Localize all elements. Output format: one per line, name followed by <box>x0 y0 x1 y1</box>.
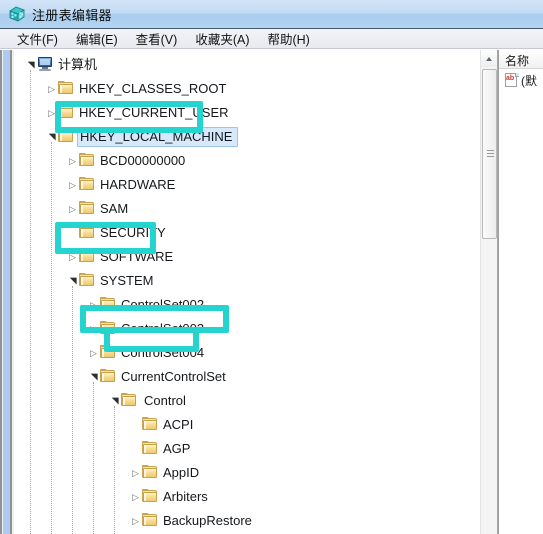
menu-favorites[interactable]: 收藏夹(A) <box>186 28 258 49</box>
menu-edit[interactable]: 编辑(E) <box>67 28 127 49</box>
folder-icon <box>142 487 159 502</box>
tree-node-controlset002[interactable]: ▷ ControlSet002 <box>14 292 480 316</box>
menu-bar: 文件(F) 编辑(E) 查看(V) 收藏夹(A) 帮助(H) <box>0 29 543 49</box>
folder-icon <box>121 391 138 406</box>
scrollbar-grip-icon <box>487 150 494 159</box>
tree-node-label: CurrentControlSet <box>121 368 226 384</box>
tree-node-label: 计算机 <box>58 56 98 72</box>
folder-icon <box>79 175 96 190</box>
window-title: 注册表编辑器 <box>32 7 112 23</box>
folder-icon <box>142 415 159 430</box>
folder-icon <box>79 151 96 166</box>
tree-node-appid[interactable]: ▷ AppID <box>14 460 480 484</box>
title-bar: 注册表编辑器 <box>0 0 543 29</box>
twisty-collapsed-icon[interactable]: ▷ <box>45 77 58 101</box>
list-item[interactable]: ab (默 <box>499 69 543 89</box>
tree-node-control[interactable]: ◢ Control <box>14 388 480 412</box>
twisty-collapsed-icon[interactable]: ▷ <box>66 197 79 221</box>
scrollbar-thumb[interactable] <box>482 69 497 239</box>
tree-node-software[interactable]: ▷ SOFTWARE <box>14 244 480 268</box>
twisty-collapsed-icon[interactable]: ▷ <box>66 245 79 269</box>
tree-node-label: HKEY_CLASSES_ROOT <box>79 80 227 96</box>
string-value-icon: ab <box>505 73 519 87</box>
twisty-collapsed-icon[interactable]: ▷ <box>129 485 142 509</box>
tree-node-system[interactable]: ◢ SYSTEM <box>14 268 480 292</box>
tree-node--[interactable]: ◢ 计算机 <box>14 52 480 76</box>
folder-icon <box>79 247 96 262</box>
gutter-blue-bar <box>3 50 10 534</box>
tree-node-label: Control <box>142 391 214 410</box>
folder-icon <box>58 127 75 142</box>
tree-node-label: SECURITY <box>100 224 166 240</box>
folder-icon <box>79 199 96 214</box>
scroll-up-arrow-icon[interactable] <box>481 50 498 67</box>
client-area: ◢ 计算机 ▷ HKEY_CLASSES_ROOT ▷ HKEY_CURRENT_USER… <box>0 50 543 534</box>
tree-node-controlset003[interactable]: ▷ ControlSet003 <box>14 316 480 340</box>
tree-node-label: BCD00000000 <box>100 152 186 168</box>
tree-node-arbiters[interactable]: ▷ Arbiters <box>14 484 480 508</box>
tree-node-label: Arbiters <box>163 488 208 504</box>
tree-node-hkey-current-user[interactable]: ▷ HKEY_CURRENT_USER <box>14 100 480 124</box>
tree-node-security[interactable]: SECURITY <box>14 220 480 244</box>
twisty-collapsed-icon[interactable]: ▷ <box>66 173 79 197</box>
tree-node-label: SAM <box>100 200 129 216</box>
value-list-pane[interactable]: 名称 ab (默 <box>498 50 543 534</box>
registry-tree: ◢ 计算机 ▷ HKEY_CLASSES_ROOT ▷ HKEY_CURRENT_USER… <box>14 52 480 534</box>
list-item-label: (默 <box>521 73 537 88</box>
registry-editor-icon <box>8 5 26 23</box>
left-gutter <box>0 50 14 534</box>
tree-node-bcd00000000[interactable]: ▷ BCD00000000 <box>14 148 480 172</box>
folder-icon <box>58 79 75 94</box>
menu-file[interactable]: 文件(F) <box>8 28 67 49</box>
tree-node-label: ControlSet002 <box>121 296 205 312</box>
folder-icon <box>79 223 96 238</box>
tree-node-hardware[interactable]: ▷ HARDWARE <box>14 172 480 196</box>
tree-node-label: HARDWARE <box>100 176 176 192</box>
tree-node-acpi[interactable]: ACPI <box>14 412 480 436</box>
registry-editor-window: 注册表编辑器 文件(F) 编辑(E) 查看(V) 收藏夹(A) 帮助(H) ◢ 计… <box>0 0 543 534</box>
tree-node-label: ACPI <box>163 416 194 432</box>
twisty-collapsed-icon[interactable]: ▷ <box>87 341 100 365</box>
tree-node-label: BackupRestore <box>163 512 252 528</box>
tree-node-label: HKEY_LOCAL_MACHINE <box>77 126 239 147</box>
tree-vertical-scrollbar[interactable] <box>480 50 498 534</box>
column-header-name[interactable]: 名称 <box>499 50 543 69</box>
folder-icon <box>58 103 75 118</box>
computer-icon <box>37 55 54 71</box>
tree-node-label: SOFTWARE <box>100 248 174 264</box>
twisty-collapsed-icon[interactable]: ▷ <box>129 461 142 485</box>
tree-node-label: ControlSet004 <box>121 344 205 360</box>
tree-node-sam[interactable]: ▷ SAM <box>14 196 480 220</box>
tree-node-currentcontrolset[interactable]: ◢ CurrentControlSet <box>14 364 480 388</box>
folder-icon <box>79 271 96 286</box>
tree-node-label: HKEY_CURRENT_USER <box>79 104 229 120</box>
twisty-collapsed-icon[interactable]: ▷ <box>87 317 100 341</box>
twisty-collapsed-icon[interactable]: ▷ <box>45 101 58 125</box>
tree-node-backuprestore[interactable]: ▷ BackupRestore <box>14 508 480 532</box>
folder-icon <box>142 439 159 454</box>
folder-icon <box>100 367 117 382</box>
registry-tree-pane[interactable]: ◢ 计算机 ▷ HKEY_CLASSES_ROOT ▷ HKEY_CURRENT_USER… <box>14 50 480 534</box>
twisty-collapsed-icon[interactable]: ▷ <box>129 509 142 533</box>
tree-node-label: SYSTEM <box>100 272 154 288</box>
tree-node-label: AppID <box>163 464 200 480</box>
tree-node-hkey-local-machine[interactable]: ◢ HKEY_LOCAL_MACHINE <box>14 124 480 148</box>
folder-icon <box>100 295 117 310</box>
twisty-collapsed-icon[interactable]: ▷ <box>87 293 100 317</box>
menu-help[interactable]: 帮助(H) <box>258 28 318 49</box>
gutter-edge-right <box>10 50 12 534</box>
folder-icon <box>142 511 159 526</box>
tree-node-label: ControlSet003 <box>121 320 205 336</box>
tree-node-controlset004[interactable]: ▷ ControlSet004 <box>14 340 480 364</box>
folder-icon <box>100 319 117 334</box>
gutter-edge-left <box>0 50 2 534</box>
folder-icon <box>142 463 159 478</box>
twisty-collapsed-icon[interactable]: ▷ <box>66 149 79 173</box>
tree-node-agp[interactable]: AGP <box>14 436 480 460</box>
tree-node-label: AGP <box>163 440 191 456</box>
tree-node-hkey-classes-root[interactable]: ▷ HKEY_CLASSES_ROOT <box>14 76 480 100</box>
menu-view[interactable]: 查看(V) <box>127 28 187 49</box>
folder-icon <box>100 343 117 358</box>
